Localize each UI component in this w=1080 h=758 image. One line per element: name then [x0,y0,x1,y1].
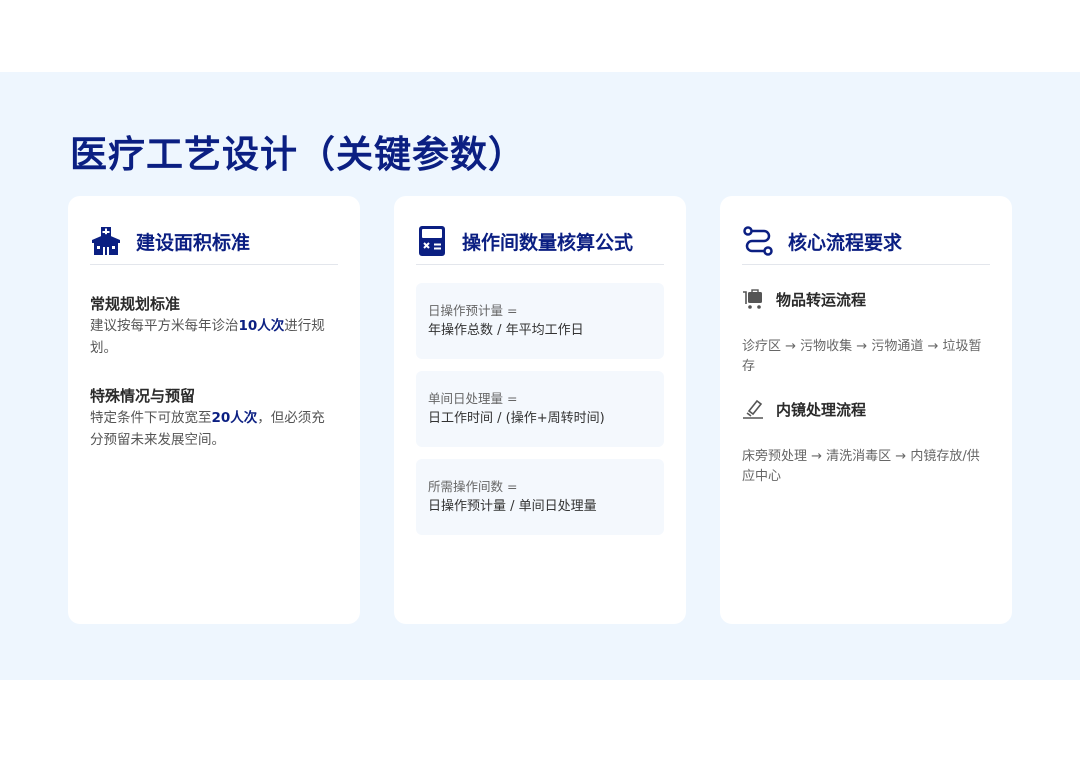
flow-description: 诊疗区 → 污物收集 → 污物通道 → 垃圾暂存 [742,339,982,374]
flow-section-transport: 物品转运流程 诊疗区 → 污物收集 → 污物通道 → 垃圾暂存 [742,287,990,377]
block-text: 建议按每平方米每年诊治10人次进行规划。 [90,315,336,359]
card-area-standard: 建设面积标准 常规规划标准 建议按每平方米每年诊治10人次进行规划。 特殊情况与… [68,196,360,624]
card-title: 操作间数量核算公式 [462,231,634,254]
card-header: 核心流程要求 [742,218,990,265]
block-heading: 特殊情况与预留 [90,387,196,405]
highlight-value: 20人次 [211,410,258,426]
page-title: 医疗工艺设计（关键参数） [70,133,526,176]
formula-label: 日操作预计量 = [428,303,518,318]
block-heading: 常规规划标准 [90,295,181,313]
formula-box: 所需操作间数 = 日操作预计量 / 单间日处理量 [416,459,664,535]
formula-expression: 年操作总数 / 年平均工作日 [428,323,584,338]
flow-header: 内镜处理流程 [742,397,990,421]
text-segment: 建议按每平方米每年诊治 [90,318,239,334]
card-title: 核心流程要求 [788,231,903,254]
sanitize-icon [742,398,764,420]
calculator-icon [416,225,448,257]
flow-description: 床旁预处理 → 清洗消毒区 → 内镜存放/供应中心 [742,449,980,484]
slide-band: 医疗工艺设计（关键参数） 建设面积标准 常规规划标准 建议按每平方米每年诊治10… [0,72,1080,680]
special-block: 特殊情况与预留 特定条件下可放宽至20人次，但必须充分预留未来发展空间。 [90,385,338,451]
flow-title: 内镜处理流程 [776,400,867,419]
card-room-formula: 操作间数量核算公式 日操作预计量 = 年操作总数 / 年平均工作日 单间日处理量… [394,196,686,624]
cart-icon [742,288,764,310]
formula-expression: 日操作预计量 / 单间日处理量 [428,499,597,514]
flow-header: 物品转运流程 [742,287,990,311]
highlight-value: 10人次 [238,318,285,334]
card-core-flows: 核心流程要求 物品转运流程 诊疗区 → 污物收集 → 污物通道 → 垃圾暂存 内… [720,196,1012,624]
formula-box: 日操作预计量 = 年操作总数 / 年平均工作日 [416,283,664,359]
flow-section-endoscope: 内镜处理流程 床旁预处理 → 清洗消毒区 → 内镜存放/供应中心 [742,397,990,487]
formula-label: 单间日处理量 = [428,391,518,406]
formula-label: 所需操作间数 = [428,479,518,494]
route-icon [742,225,774,257]
standard-block: 常规规划标准 建议按每平方米每年诊治10人次进行规划。 [90,293,338,359]
card-title: 建设面积标准 [136,231,251,254]
formula-box: 单间日处理量 = 日工作时间 / (操作+周转时间) [416,371,664,447]
flow-title: 物品转运流程 [776,290,867,309]
formula-expression: 日工作时间 / (操作+周转时间) [428,411,605,426]
hospital-icon [90,225,122,257]
text-segment: 特定条件下可放宽至 [90,410,212,426]
card-header: 操作间数量核算公式 [416,218,664,265]
block-text: 特定条件下可放宽至20人次，但必须充分预留未来发展空间。 [90,407,336,451]
card-header: 建设面积标准 [90,218,338,265]
